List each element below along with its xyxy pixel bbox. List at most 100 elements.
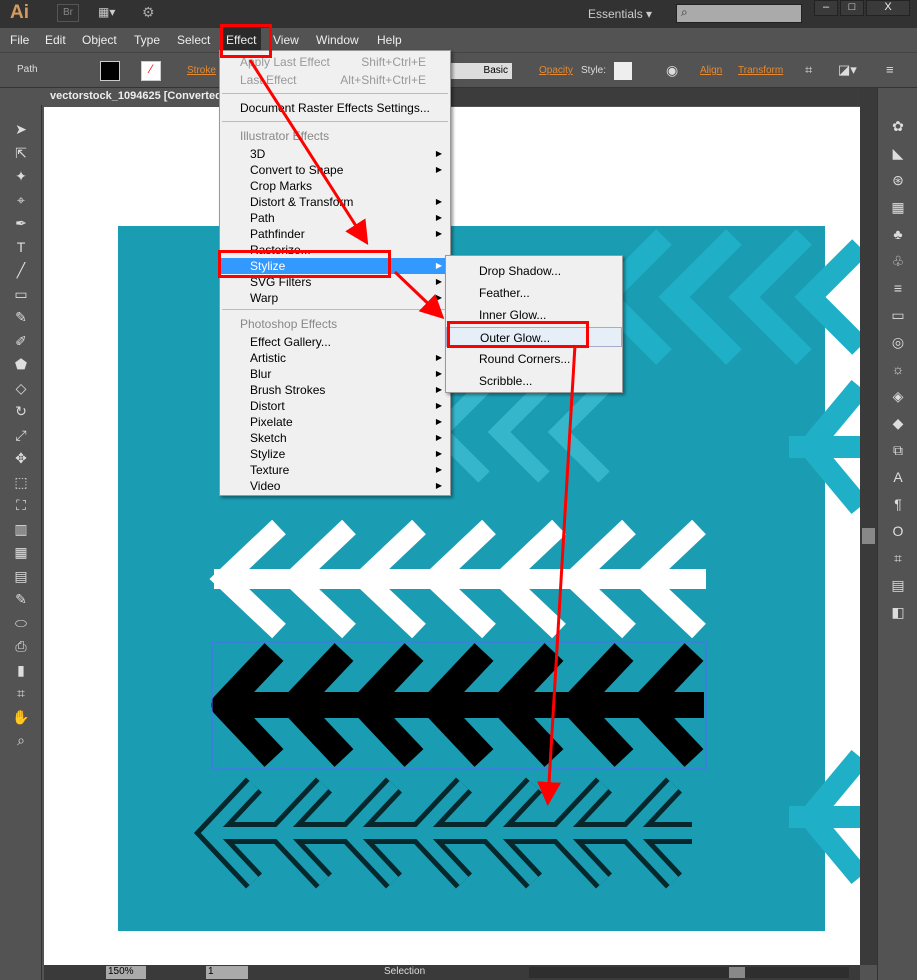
panel-icon[interactable]: O (888, 523, 908, 539)
menu-item-round-corners[interactable]: Round Corners... (446, 349, 622, 369)
bridge-button[interactable]: Br (57, 4, 79, 22)
current-tool-status[interactable]: Selection (384, 966, 425, 977)
menu-item-brush-strokes[interactable]: Brush Strokes ▶ (220, 382, 450, 398)
menu-item-video[interactable]: Video ▶ (220, 478, 450, 494)
menu-item-scribble[interactable]: Scribble... (446, 371, 622, 391)
stroke-swatch[interactable]: ⁄ (141, 61, 161, 81)
menu-help[interactable]: Help (377, 33, 402, 47)
vertical-scrollbar[interactable] (860, 88, 877, 965)
tool-icon[interactable]: ⎙ (11, 636, 31, 656)
minimize-button[interactable]: – (814, 0, 838, 16)
panel-menu-icon[interactable]: ≡ (886, 62, 894, 77)
panel-icon[interactable]: ☼ (888, 361, 908, 377)
menu-select[interactable]: Select (177, 33, 210, 47)
transform-link[interactable]: Transform (738, 65, 783, 76)
stroke-link[interactable]: Stroke (187, 65, 216, 76)
last-effect[interactable]: Last Effect Alt+Shift+Ctrl+E (220, 72, 450, 88)
panel-icon[interactable]: ¶ (888, 496, 908, 512)
menu-item-texture[interactable]: Texture ▶ (220, 462, 450, 478)
tool-icon[interactable]: ⤢ (11, 425, 31, 445)
tool-icon[interactable]: ✒ (11, 213, 31, 233)
menu-item-effect-gallery[interactable]: Effect Gallery... (220, 334, 450, 350)
document-tab[interactable]: vectorstock_1094625 [Converted (44, 88, 228, 106)
tool-icon[interactable]: ⌖ (11, 190, 31, 210)
menu-item-3d[interactable]: 3D ▶ (220, 146, 450, 162)
menu-item-stylize[interactable]: Stylize ▶ (220, 446, 450, 462)
panel-icon[interactable]: ◆ (888, 415, 908, 432)
menu-item-sketch[interactable]: Sketch ▶ (220, 430, 450, 446)
scroll-thumb[interactable] (862, 528, 875, 544)
fill-swatch[interactable] (100, 61, 120, 81)
tool-icon[interactable]: ✐ (11, 331, 31, 351)
select-similar-icon[interactable]: ◪▾ (838, 62, 857, 78)
menu-type[interactable]: Type (134, 33, 160, 47)
zoom-field[interactable]: 150% (106, 966, 146, 979)
tool-icon[interactable]: ⬟ (11, 354, 31, 374)
artboard-number-field[interactable]: 1 (206, 966, 248, 979)
tool-icon[interactable]: ⬚ (11, 472, 31, 492)
artboard[interactable] (44, 107, 869, 965)
tool-icon[interactable]: ▤ (11, 566, 31, 586)
tool-icon[interactable]: ⛶ (11, 495, 31, 515)
tool-icon[interactable]: ▭ (11, 284, 31, 304)
menu-item-drop-shadow[interactable]: Drop Shadow... (446, 261, 622, 281)
tool-icon[interactable]: ╱ (11, 260, 31, 280)
menu-window[interactable]: Window (316, 33, 359, 47)
tool-icon[interactable]: T (11, 237, 31, 257)
tool-icon[interactable]: ⬭ (11, 613, 31, 633)
panel-icon[interactable]: A (888, 469, 908, 485)
panel-icon[interactable]: ◧ (888, 604, 908, 621)
menu-item-pathfinder[interactable]: Pathfinder ▶ (220, 226, 450, 242)
panel-icon[interactable]: ▤ (888, 577, 908, 594)
menu-item-pixelate[interactable]: Pixelate ▶ (220, 414, 450, 430)
maximize-button[interactable]: □ (840, 0, 864, 16)
panel-icon[interactable]: ▭ (888, 307, 908, 324)
tool-icon[interactable]: ⇱ (11, 143, 31, 163)
panel-icon[interactable]: ◎ (888, 334, 908, 351)
recolor-icon[interactable]: ◉ (666, 62, 678, 79)
panel-icon[interactable]: ◈ (888, 388, 908, 405)
menu-item-feather[interactable]: Feather... (446, 283, 622, 303)
menu-view[interactable]: View (273, 33, 299, 47)
panel-icon[interactable]: ♣ (888, 226, 908, 242)
tool-icon[interactable]: ✋ (11, 707, 31, 727)
tool-icon[interactable]: ▥ (11, 519, 31, 539)
gpu-icon[interactable]: ⚙ (142, 4, 155, 21)
tool-icon[interactable]: ✎ (11, 589, 31, 609)
workspace-switcher[interactable]: Essentials ▾ (588, 7, 652, 21)
menu-item-crop-marks[interactable]: Crop Marks (220, 178, 450, 194)
tool-icon[interactable]: ◇ (11, 378, 31, 398)
menu-item-blur[interactable]: Blur ▶ (220, 366, 450, 382)
menu-edit[interactable]: Edit (45, 33, 66, 47)
panel-icon[interactable]: ✿ (888, 118, 908, 135)
tool-icon[interactable]: ↻ (11, 401, 31, 421)
document-raster-effects-settings[interactable]: Document Raster Effects Settings... (220, 100, 450, 116)
tool-icon[interactable]: ✥ (11, 448, 31, 468)
menu-item-convert-to-shape[interactable]: Convert to Shape ▶ (220, 162, 450, 178)
horizontal-scrollbar[interactable] (529, 967, 849, 978)
menu-item-distort-transform[interactable]: Distort & Transform ▶ (220, 194, 450, 210)
tool-icon[interactable]: ▮ (11, 660, 31, 680)
tool-icon[interactable]: ➤ (11, 119, 31, 139)
tool-icon[interactable]: ⌕ (11, 730, 31, 750)
menu-item-artistic[interactable]: Artistic ▶ (220, 350, 450, 366)
panel-icon[interactable]: ⊛ (888, 172, 908, 189)
menu-item-warp[interactable]: Warp ▶ (220, 290, 450, 306)
menu-object[interactable]: Object (82, 33, 117, 47)
arrange-documents-icon[interactable]: ▦▾ (98, 5, 124, 21)
tool-icon[interactable]: ▦ (11, 542, 31, 562)
brush-definition[interactable]: Basic (450, 63, 512, 79)
opacity-link[interactable]: Opacity (539, 65, 573, 76)
style-swatch[interactable] (614, 62, 632, 80)
panel-icon[interactable]: ≡ (888, 280, 908, 296)
tool-icon[interactable]: ⌗ (11, 683, 31, 703)
panel-icon[interactable]: ▦ (888, 199, 908, 216)
tool-icon[interactable]: ✦ (11, 166, 31, 186)
panel-icon[interactable]: ♧ (888, 253, 908, 270)
menu-file[interactable]: File (10, 33, 29, 47)
align-link[interactable]: Align (700, 65, 722, 76)
help-search-input[interactable]: ⌕ (676, 4, 802, 23)
panel-icon[interactable]: ⌗ (888, 550, 908, 567)
panel-icon[interactable]: ⧉ (888, 442, 908, 459)
close-button[interactable]: X (866, 0, 910, 16)
